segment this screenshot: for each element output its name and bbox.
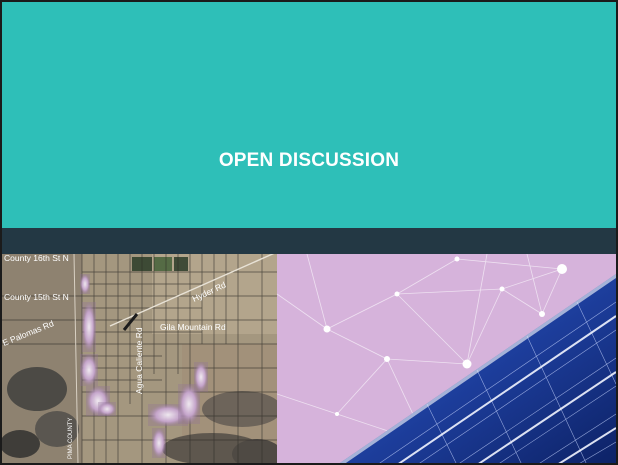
divider-band [2, 228, 616, 254]
title-band: OPEN DISCUSSION [2, 2, 616, 228]
solar-network-graphic [277, 254, 616, 463]
aerial-map-image: County 16th St N County 15th St N E Palo… [2, 254, 277, 463]
map-label-county-line: PIMA COUNTY [68, 418, 74, 459]
slide-title: OPEN DISCUSSION [218, 150, 400, 171]
map-label-county-15th: County 15th St N [4, 292, 69, 302]
aerial-map-graphic: County 16th St N County 15th St N E Palo… [2, 254, 277, 463]
map-label-county-16th: County 16th St N [4, 254, 69, 263]
solar-network-image [277, 254, 616, 463]
map-label-agua-caliente: Agua Caliente Rd [134, 327, 144, 394]
slide: OPEN DISCUSSION County 16th St N County … [0, 0, 618, 465]
map-label-gila-mountain: Gila Mountain Rd [160, 322, 226, 332]
